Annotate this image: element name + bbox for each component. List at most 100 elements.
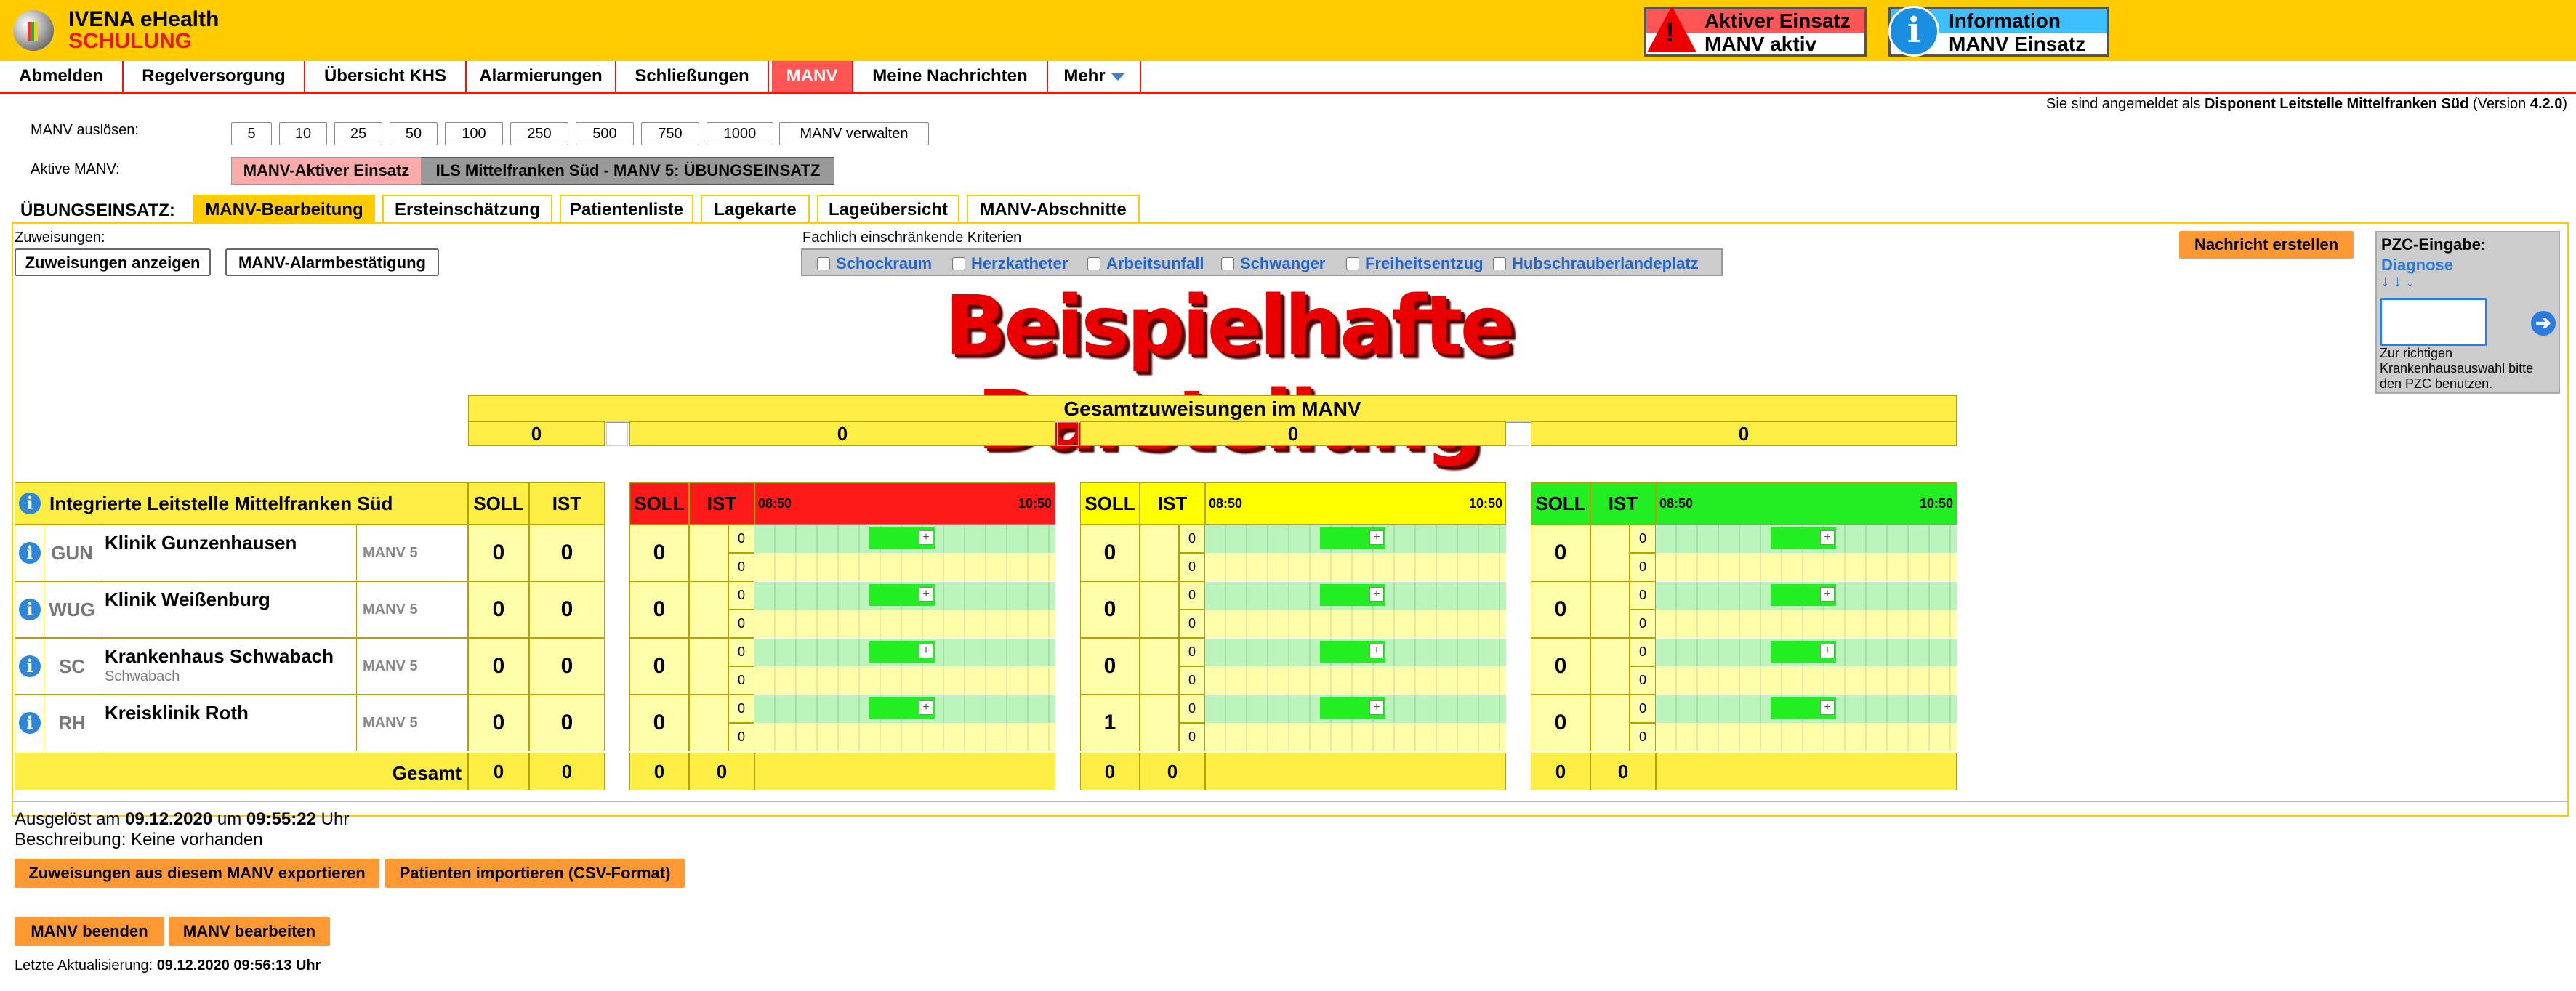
plus-icon[interactable]: + — [1820, 587, 1835, 602]
checkbox[interactable] — [1087, 257, 1100, 270]
show-assignments-button[interactable]: Zuweisungen anzeigen — [15, 248, 211, 276]
trigger-1000-button[interactable]: 1000 — [707, 122, 773, 145]
tab-ersteinschaetzung[interactable]: Ersteinschätzung — [382, 195, 552, 224]
trigger-500-button[interactable]: 500 — [576, 122, 634, 145]
trigger-50-button[interactable]: 50 — [390, 122, 438, 145]
nav-regelversorgung[interactable]: Regelversorgung — [124, 61, 305, 92]
hospital-code: SC — [44, 638, 100, 695]
plus-icon[interactable]: + — [1369, 700, 1384, 715]
info-icon[interactable]: i — [19, 712, 41, 734]
row-yel-soll[interactable]: 0 — [1080, 638, 1140, 695]
row-ist: 0 — [529, 695, 605, 751]
info-icon[interactable]: i — [19, 599, 41, 620]
info-icon[interactable]: i — [19, 542, 41, 564]
end-manv-button[interactable]: MANV beenden — [15, 917, 164, 946]
plus-icon[interactable]: + — [919, 530, 933, 545]
hospital-name[interactable]: Klinik Weißenburg — [105, 588, 270, 611]
criteria-schockraum[interactable]: Schockraum — [817, 254, 932, 273]
create-message-button[interactable]: Nachricht erstellen — [2179, 231, 2354, 259]
checkbox[interactable] — [817, 257, 830, 270]
tab-manv-abschnitte[interactable]: MANV-Abschnitte — [967, 195, 1140, 224]
active-manv-badge[interactable]: MANV-Aktiver Einsatz — [231, 157, 422, 185]
export-assignments-button[interactable]: Zuweisungen aus diesem MANV exportieren — [15, 859, 379, 888]
row-red-soll[interactable]: 0 — [629, 695, 689, 751]
hospital-code: WUG — [44, 581, 100, 638]
row-grn-soll[interactable]: 0 — [1531, 525, 1590, 581]
trigger-10-button[interactable]: 10 — [279, 122, 327, 145]
trigger-5-button[interactable]: 5 — [231, 122, 272, 145]
criteria-label-text: Herzkatheter — [971, 254, 1068, 272]
plus-icon[interactable]: + — [919, 700, 933, 715]
row-grn-soll[interactable]: 0 — [1531, 695, 1590, 751]
row-ist: 0 — [529, 581, 605, 638]
checkbox[interactable] — [1346, 257, 1359, 270]
hospital-name[interactable]: Krankenhaus Schwabach — [105, 645, 334, 668]
row-yel-count-1: 0 — [1179, 695, 1205, 723]
row-grn-ist — [1590, 638, 1630, 695]
row-red-soll[interactable]: 0 — [629, 638, 689, 695]
criteria-herzkatheter[interactable]: Herzkatheter — [952, 254, 1068, 273]
trigger-250-button[interactable]: 250 — [510, 122, 568, 145]
tab-lageuebersicht[interactable]: Lageübersicht — [817, 195, 959, 224]
arrow-right-icon[interactable]: ➔ — [2531, 311, 2556, 336]
spacer — [606, 421, 628, 446]
criteria-schwanger[interactable]: Schwanger — [1221, 254, 1325, 273]
row-yel-soll[interactable]: 0 — [1080, 525, 1140, 581]
login-prefix: Sie sind angemeldet als — [2046, 96, 2205, 112]
plus-icon[interactable]: + — [1369, 587, 1384, 602]
hospital-code: GUN — [44, 525, 100, 581]
green-ist-header: IST — [1590, 482, 1656, 525]
criteria-hubschrauberlandeplatz[interactable]: Hubschrauberlandeplatz — [1493, 254, 1699, 273]
hospital-name[interactable]: Kreisklinik Roth — [105, 702, 249, 724]
import-patients-button[interactable]: Patienten importieren (CSV-Format) — [385, 859, 685, 888]
checkbox[interactable] — [1221, 257, 1234, 270]
pzc-input[interactable] — [2380, 298, 2487, 346]
tab-patientenliste[interactable]: Patientenliste — [560, 195, 693, 224]
nav-manv[interactable]: MANV — [772, 61, 853, 92]
plus-icon[interactable]: + — [1820, 644, 1835, 658]
capacity-timeline — [1656, 554, 1957, 581]
alarm-confirmation-button[interactable]: MANV-Alarmbestätigung — [225, 248, 439, 276]
nav-schliessungen[interactable]: Schließungen — [616, 61, 769, 92]
plus-icon[interactable]: + — [919, 644, 933, 658]
hospital-city: Schwabach — [105, 668, 180, 684]
row-yel-soll[interactable]: 1 — [1080, 695, 1140, 751]
plus-icon[interactable]: + — [919, 587, 933, 602]
row-yel-soll[interactable]: 0 — [1080, 581, 1140, 638]
nav-mehr[interactable]: Mehr — [1048, 61, 1141, 92]
info-icon[interactable]: i — [19, 493, 41, 514]
active-manv-name[interactable]: ILS Mittelfranken Süd - MANV 5: ÜBUNGSEI… — [422, 157, 834, 185]
total-green-timeline — [1656, 753, 1957, 790]
row-yel-count-1: 0 — [1179, 581, 1205, 610]
checkbox[interactable] — [1493, 257, 1506, 270]
description: Beschreibung: Keine vorhanden — [15, 830, 263, 849]
total-ist: 0 — [529, 753, 605, 790]
manv-label: MANV 5 — [356, 638, 468, 695]
plus-icon[interactable]: + — [1369, 644, 1384, 658]
plus-icon[interactable]: + — [1820, 700, 1835, 715]
edit-manv-button[interactable]: MANV bearbeiten — [169, 917, 330, 946]
checkbox[interactable] — [952, 257, 965, 270]
plus-icon[interactable]: + — [1369, 530, 1384, 545]
row-grn-ist — [1590, 695, 1630, 751]
tab-lagekarte[interactable]: Lagekarte — [701, 195, 810, 224]
nav-abmelden[interactable]: Abmelden — [0, 61, 124, 92]
trigger-25-button[interactable]: 25 — [334, 122, 382, 145]
trigger-750-button[interactable]: 750 — [641, 122, 699, 145]
plus-icon[interactable]: + — [1820, 530, 1835, 545]
row-grn-soll[interactable]: 0 — [1531, 581, 1590, 638]
time-start: 08:50 — [758, 496, 792, 511]
tab-manv-bearbeitung[interactable]: MANV-Bearbeitung — [193, 195, 375, 224]
nav-alarmierungen[interactable]: Alarmierungen — [467, 61, 616, 92]
manv-manage-button[interactable]: MANV verwalten — [779, 122, 929, 145]
nav-uebersicht-khs[interactable]: Übersicht KHS — [305, 61, 467, 92]
criteria-freiheitsentzug[interactable]: Freiheitsentzug — [1346, 254, 1484, 273]
row-grn-soll[interactable]: 0 — [1531, 638, 1590, 695]
criteria-arbeitsunfall[interactable]: Arbeitsunfall — [1087, 254, 1204, 273]
row-red-soll[interactable]: 0 — [629, 525, 689, 581]
trigger-100-button[interactable]: 100 — [445, 122, 503, 145]
nav-meine-nachrichten[interactable]: Meine Nachrichten — [853, 61, 1048, 92]
row-red-soll[interactable]: 0 — [629, 581, 689, 638]
hospital-name[interactable]: Klinik Gunzenhausen — [105, 532, 297, 554]
info-icon[interactable]: i — [19, 655, 41, 677]
